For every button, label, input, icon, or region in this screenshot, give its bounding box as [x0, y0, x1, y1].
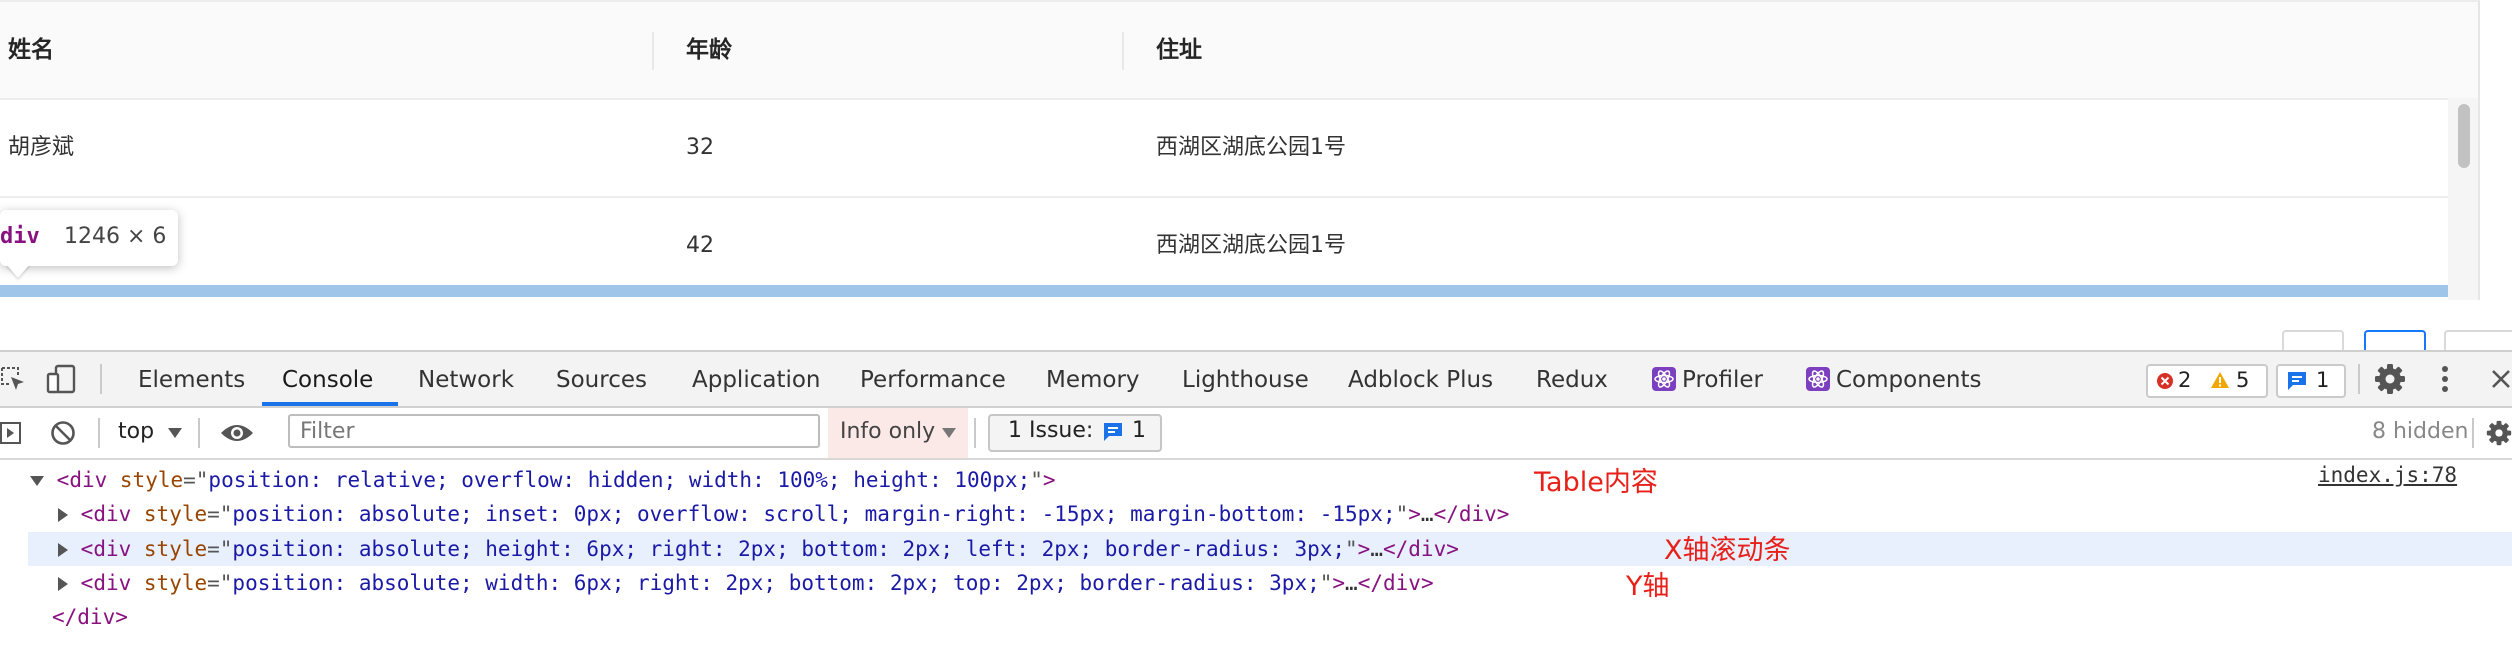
- cell-age: 32: [686, 135, 714, 160]
- react-icon: [1806, 367, 1830, 391]
- annotation-table-content: Table内容: [1534, 467, 1658, 498]
- column-header-age[interactable]: 年龄: [686, 2, 732, 98]
- message-icon: [2288, 372, 2306, 390]
- hidden-messages-count: 8 hidden: [2372, 419, 2469, 444]
- tab-performance[interactable]: Performance: [860, 352, 1006, 406]
- column-header-address[interactable]: 住址: [1156, 2, 1202, 98]
- close-icon[interactable]: [2490, 368, 2512, 390]
- expand-triangle-icon[interactable]: [58, 577, 68, 591]
- tab-memory[interactable]: Memory: [1046, 352, 1140, 406]
- log-level-selector[interactable]: Info only: [840, 419, 935, 444]
- tab-network[interactable]: Network: [418, 352, 514, 406]
- column-separator: [652, 32, 654, 70]
- tab-lighthouse[interactable]: Lighthouse: [1182, 352, 1309, 406]
- active-tab-indicator: [262, 402, 398, 406]
- table-row[interactable]: 胡彦斌 32 西湖区湖底公园1号: [0, 100, 2478, 198]
- dom-node-close-line[interactable]: </div>: [52, 600, 128, 634]
- source-link[interactable]: index.js:78: [2318, 463, 2457, 487]
- inspect-tooltip: div 1246 × 6: [0, 210, 178, 266]
- errors-warnings-counter[interactable]: 2 5: [2146, 364, 2268, 398]
- context-selector[interactable]: top: [118, 419, 154, 444]
- cell-name: 胡彦斌: [8, 135, 75, 160]
- dom-node-line[interactable]: <div style="position: relative; overflow…: [30, 463, 1056, 497]
- issues-button[interactable]: 1 Issue: 1: [988, 414, 1162, 452]
- message-icon: [1104, 423, 1122, 441]
- collapse-triangle-icon[interactable]: [30, 476, 44, 486]
- message-count: 1: [2316, 368, 2330, 392]
- cell-age: 42: [686, 233, 714, 258]
- more-options-icon[interactable]: [2440, 364, 2450, 394]
- divider: [100, 364, 102, 394]
- pagination-button-prev[interactable]: [2282, 330, 2344, 350]
- error-icon: [2157, 373, 2173, 389]
- column-separator: [1122, 32, 1124, 70]
- dom-node-line[interactable]: <div style="position: absolute; inset: 0…: [58, 497, 1509, 531]
- filter-input[interactable]: Filter: [288, 414, 820, 448]
- table-row[interactable]: 42 西湖区湖底公园1号: [0, 198, 2478, 294]
- table-header: 姓名 年龄 住址: [0, 2, 2478, 100]
- filter-placeholder: Filter: [300, 419, 355, 444]
- annotation-y-scrollbar: Y轴: [1626, 571, 1670, 602]
- settings-gear-icon[interactable]: [2374, 363, 2406, 395]
- tab-sources[interactable]: Sources: [556, 352, 647, 406]
- console-toolbar: top Filter Info only 1 Issue: 1 8 hidden: [0, 408, 2512, 460]
- dom-node-line-selected[interactable]: <div style="position: absolute; height: …: [58, 532, 1459, 566]
- tooltip-tag-name: div: [0, 224, 40, 249]
- tooltip-arrow: [6, 264, 30, 278]
- divider: [98, 418, 100, 448]
- device-toolbar-icon[interactable]: [46, 364, 78, 394]
- pagination-button-next[interactable]: [2444, 330, 2512, 350]
- issues-count: 1: [1132, 418, 1146, 443]
- sidebar-toggle-icon[interactable]: [0, 421, 22, 445]
- tab-console[interactable]: Console: [282, 352, 373, 406]
- tab-profiler[interactable]: Profiler: [1682, 352, 1763, 406]
- issues-label: 1 Issue:: [1008, 418, 1094, 443]
- cell-address: 西湖区湖底公园1号: [1156, 233, 1346, 258]
- table: 姓名 年龄 住址 胡彦斌 32 西湖区湖底公园1号 42 西湖区湖底公园1号: [0, 0, 2480, 300]
- warning-count: 5: [2236, 368, 2250, 392]
- console-settings-gear-icon[interactable]: [2486, 420, 2512, 446]
- inspect-element-icon[interactable]: [0, 366, 26, 392]
- eye-icon[interactable]: [220, 422, 254, 444]
- vertical-scrollbar-thumb[interactable]: [2458, 104, 2470, 168]
- chevron-down-icon: [942, 428, 956, 438]
- expand-triangle-icon[interactable]: [58, 543, 68, 557]
- devtools-panel: Elements Console Network Sources Applica…: [0, 350, 2512, 650]
- messages-counter[interactable]: 1: [2276, 364, 2346, 398]
- chevron-down-icon: [168, 428, 182, 438]
- divider: [198, 418, 200, 448]
- clear-console-icon[interactable]: [50, 420, 76, 446]
- tooltip-dimensions: 1246 × 6: [64, 224, 167, 249]
- inspected-element-highlight: [0, 285, 2474, 297]
- divider: [2472, 418, 2474, 448]
- error-count: 2: [2178, 368, 2192, 392]
- expand-triangle-icon[interactable]: [58, 508, 68, 522]
- tab-adblock-plus[interactable]: Adblock Plus: [1348, 352, 1493, 406]
- tab-application[interactable]: Application: [692, 352, 821, 406]
- dom-node-line[interactable]: <div style="position: absolute; width: 6…: [58, 566, 1434, 600]
- devtools-tabbar: Elements Console Network Sources Applica…: [0, 352, 2512, 408]
- cell-address: 西湖区湖底公园1号: [1156, 135, 1346, 160]
- pagination-button-current[interactable]: [2364, 330, 2426, 350]
- divider: [2358, 364, 2360, 394]
- tab-redux[interactable]: Redux: [1536, 352, 1608, 406]
- annotation-x-scrollbar: X轴滚动条: [1664, 535, 1791, 566]
- tab-components[interactable]: Components: [1836, 352, 1982, 406]
- divider: [974, 418, 976, 448]
- table-region: 姓名 年龄 住址 胡彦斌 32 西湖区湖底公园1号 42 西湖区湖底公园1号 d…: [0, 0, 2512, 350]
- tab-elements[interactable]: Elements: [138, 352, 245, 406]
- column-header-name[interactable]: 姓名: [8, 2, 54, 98]
- console-output: <div style="position: relative; overflow…: [0, 460, 2512, 650]
- react-icon: [1652, 367, 1676, 391]
- warning-icon: [2211, 372, 2229, 388]
